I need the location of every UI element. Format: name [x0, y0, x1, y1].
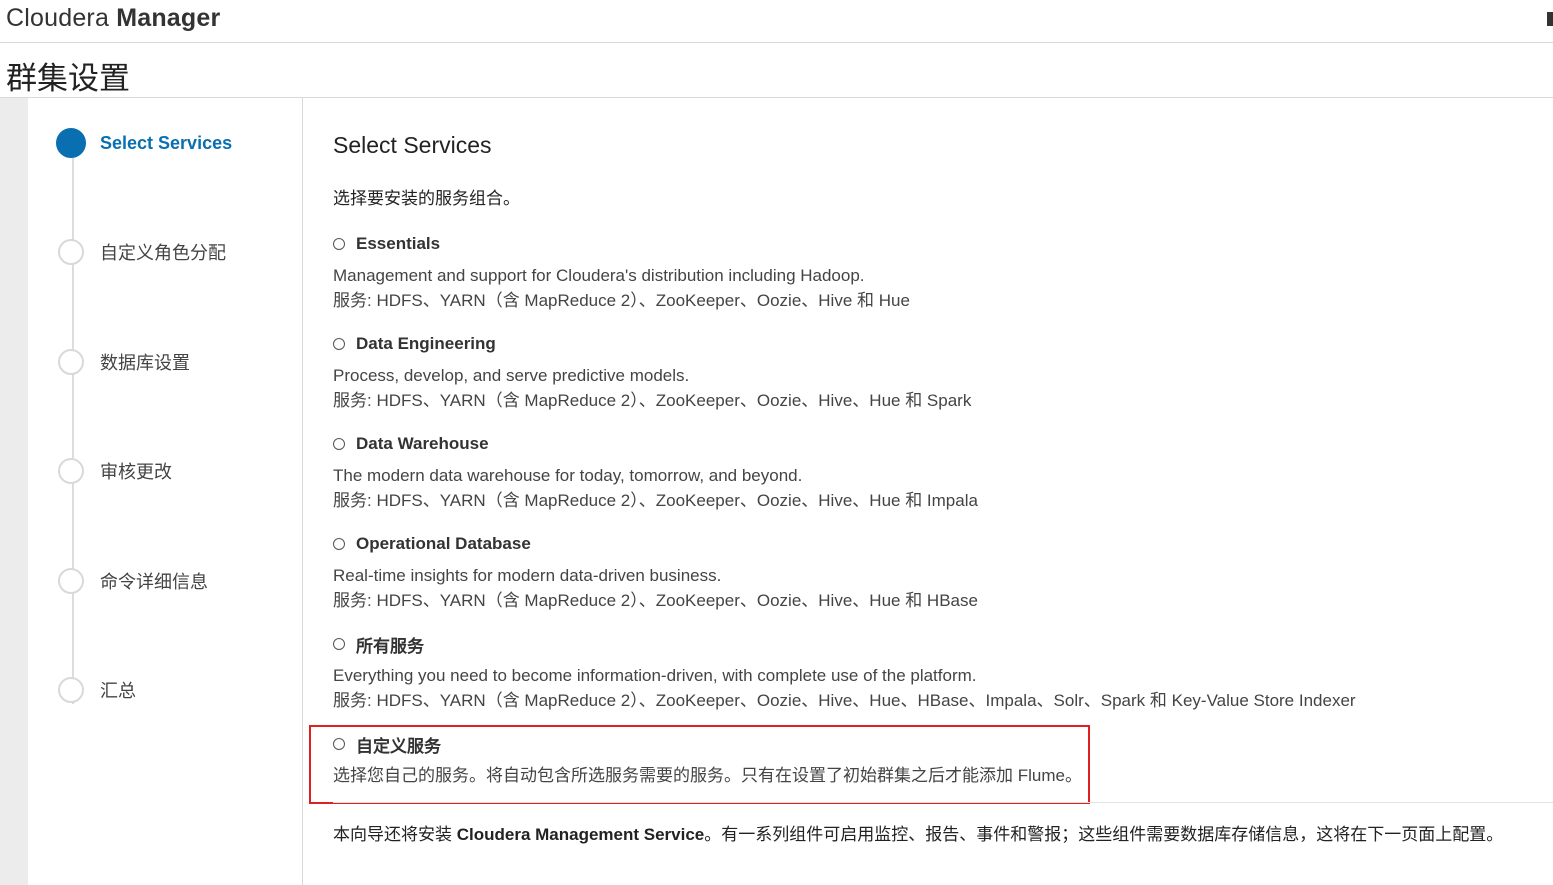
radio-button[interactable] — [333, 438, 345, 450]
option-custom-services[interactable]: 自定义服务 选择您自己的服务。将自动包含所选服务需要的服务。只有在设置了初始群集… — [333, 731, 1533, 788]
option-data-warehouse[interactable]: Data Warehouse The modern data warehouse… — [333, 431, 1533, 513]
footnote: 本向导还将安装 Cloudera Management Service。有一系列… — [333, 820, 1503, 845]
option-services: 服务: HDFS、YARN（含 MapReduce 2）、ZooKeeper、O… — [333, 391, 972, 410]
option-name: 所有服务 — [356, 636, 424, 656]
option-services: 服务: HDFS、YARN（含 MapReduce 2）、ZooKeeper、O… — [333, 591, 978, 610]
option-description: 选择您自己的服务。将自动包含所选服务需要的服务。只有在设置了初始群集之后才能添加… — [333, 766, 1082, 785]
page-title: 群集设置 — [6, 61, 130, 96]
option-name: Data Engineering — [356, 334, 496, 353]
option-services: 服务: HDFS、YARN（含 MapReduce 2）、ZooKeeper、O… — [333, 491, 978, 510]
brand-name-light: Cloudera — [6, 4, 117, 32]
title-bar: 群集设置 — [0, 43, 1553, 98]
option-description: The modern data warehouse for today, tom… — [333, 466, 803, 485]
option-description: Process, develop, and serve predictive m… — [333, 366, 690, 385]
step-label: Select Services — [100, 132, 233, 153]
section-title: Select Services — [333, 132, 492, 158]
step-summary[interactable]: 汇总 — [58, 674, 136, 706]
step-connector-line — [72, 144, 74, 704]
option-all-services[interactable]: 所有服务 Everything you need to become infor… — [333, 631, 1533, 713]
step-indicator-icon — [58, 677, 84, 703]
step-command-details[interactable]: 命令详细信息 — [58, 565, 208, 597]
option-name: Data Warehouse — [356, 434, 489, 453]
main-content: Select Services 选择要安装的服务组合。 Essentials M… — [303, 98, 1553, 885]
footnote-suffix: 。有一系列组件可启用监控、报告、事件和警报；这些组件需要数据库存储信息，这将在下… — [704, 825, 1504, 844]
step-label: 命令详细信息 — [100, 572, 208, 592]
option-services: 服务: HDFS、YARN（含 MapReduce 2）、ZooKeeper、O… — [333, 291, 910, 310]
step-review-changes[interactable]: 审核更改 — [58, 455, 172, 487]
step-indicator-icon — [58, 239, 84, 265]
radio-button[interactable] — [333, 638, 345, 650]
option-operational-database[interactable]: Operational Database Real-time insights … — [333, 531, 1533, 613]
option-description: Real-time insights for modern data-drive… — [333, 566, 722, 585]
user-menu-icon[interactable] — [1547, 12, 1553, 26]
step-label: 汇总 — [100, 681, 136, 701]
step-indicator-icon — [58, 568, 84, 594]
app-logo[interactable]: Cloudera Manager — [6, 4, 220, 33]
step-label: 审核更改 — [100, 462, 172, 482]
step-database-setup[interactable]: 数据库设置 — [58, 346, 190, 378]
step-select-services[interactable]: Select Services — [56, 127, 233, 159]
wizard-steps-sidebar: Select Services 自定义角色分配 数据库设置 审核更改 命令详细信… — [28, 98, 303, 885]
step-active-indicator-icon — [56, 128, 86, 158]
option-name: Essentials — [356, 234, 441, 253]
option-name: 自定义服务 — [356, 736, 441, 756]
step-label: 数据库设置 — [100, 353, 190, 373]
radio-button[interactable] — [333, 238, 345, 250]
divider — [333, 802, 1553, 803]
option-data-engineering[interactable]: Data Engineering Process, develop, and s… — [333, 331, 1533, 413]
option-services: 服务: HDFS、YARN（含 MapReduce 2）、ZooKeeper、O… — [333, 691, 1356, 710]
step-custom-role-assignment[interactable]: 自定义角色分配 — [58, 236, 226, 268]
radio-button[interactable] — [333, 338, 345, 350]
footnote-prefix: 本向导还将安装 — [333, 825, 457, 844]
intro-text: 选择要安装的服务组合。 — [333, 189, 520, 208]
option-essentials[interactable]: Essentials Management and support for Cl… — [333, 231, 1533, 313]
option-description: Everything you need to become informatio… — [333, 666, 977, 685]
step-indicator-icon — [58, 458, 84, 484]
top-header: Cloudera Manager — [0, 0, 1553, 43]
step-label: 自定义角色分配 — [100, 243, 226, 263]
option-description: Management and support for Cloudera's di… — [333, 266, 865, 285]
radio-button[interactable] — [333, 538, 345, 550]
radio-button[interactable] — [333, 738, 345, 750]
brand-name-bold: Manager — [116, 4, 221, 32]
step-indicator-icon — [58, 349, 84, 375]
left-rail — [0, 98, 28, 885]
footnote-service-name: Cloudera Management Service — [456, 825, 705, 844]
option-name: Operational Database — [356, 534, 531, 553]
